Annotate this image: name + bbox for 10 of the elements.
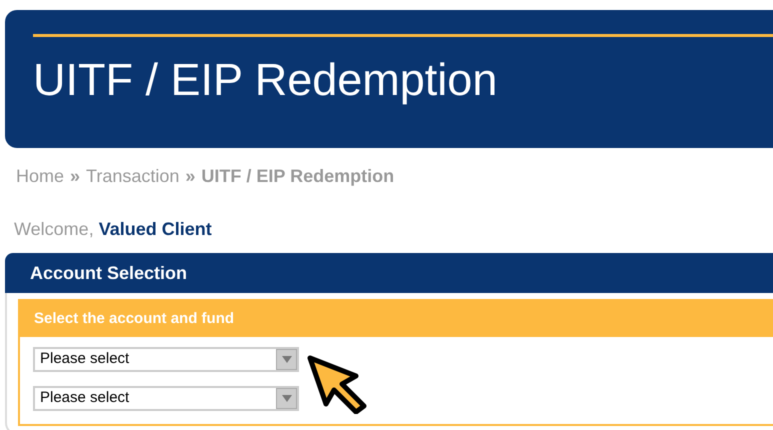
page-title: UITF / EIP Redemption [33, 57, 498, 102]
dropdown[interactable]: Please select [33, 347, 299, 372]
dropdown[interactable]: Please select [33, 386, 299, 411]
section-title: Select the account and fund [34, 308, 234, 329]
breadcrumb-current: UITF / EIP Redemption [201, 165, 394, 188]
panel-title: Account Selection [30, 262, 188, 284]
welcome-message: Welcome, Valued Client [13, 218, 212, 241]
breadcrumb-separator: » [185, 165, 196, 188]
cursor-icon [306, 354, 368, 414]
breadcrumb-separator: » [70, 165, 80, 188]
